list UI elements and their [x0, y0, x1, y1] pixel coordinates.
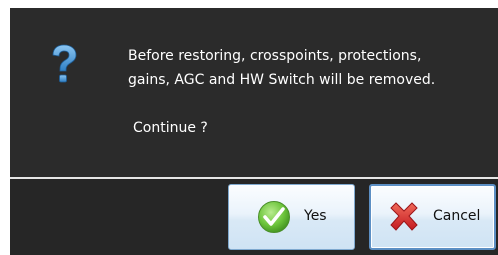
cancel-button[interactable]: Cancel [369, 184, 496, 250]
message-area: Before restoring, crosspoints, protectio… [10, 8, 498, 176]
yes-button-label: Yes [304, 208, 327, 224]
confirm-dialog: Before restoring, crosspoints, protectio… [10, 8, 498, 255]
yes-button[interactable]: Yes [228, 184, 355, 250]
continue-prompt: Continue ? [133, 120, 208, 136]
message-line-2: gains, AGC and HW Switch will be removed… [128, 72, 436, 88]
button-bar: Yes Cancel [10, 179, 498, 255]
question-icon [50, 44, 78, 88]
message-line-1: Before restoring, crosspoints, protectio… [128, 48, 422, 64]
checkmark-icon [257, 200, 291, 234]
red-x-icon [387, 200, 421, 234]
cancel-button-label: Cancel [433, 208, 481, 224]
